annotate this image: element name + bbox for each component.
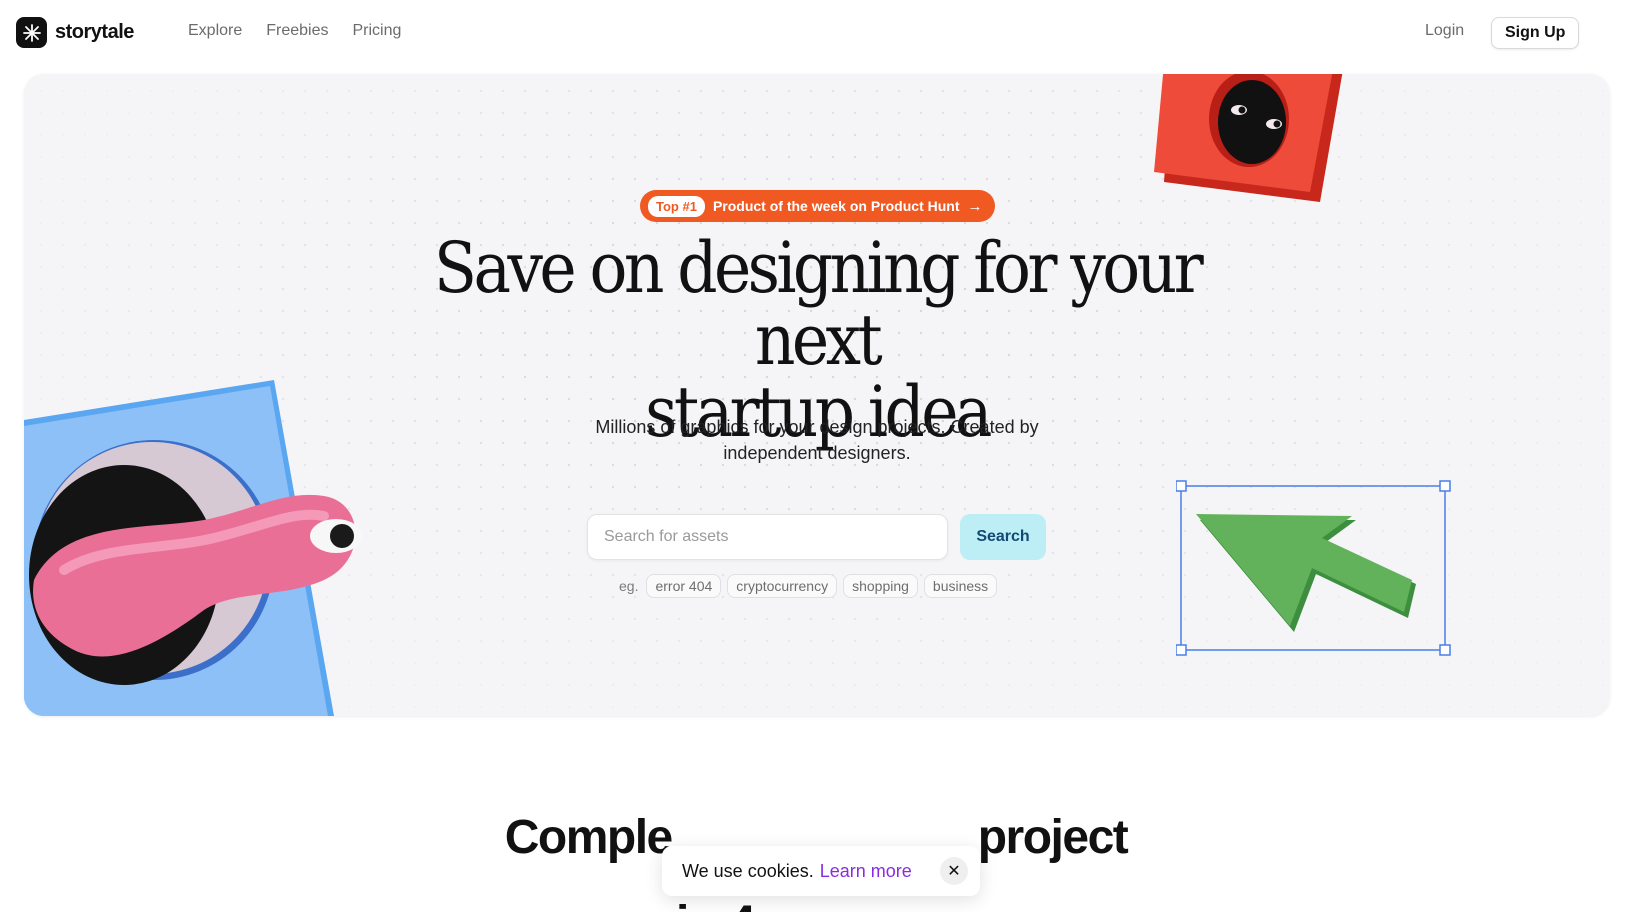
search-examples: eg. error 404 cryptocurrency shopping bu… xyxy=(619,574,998,598)
signup-button[interactable]: Sign Up xyxy=(1491,17,1580,49)
worm-illustration xyxy=(24,380,362,716)
search-input[interactable] xyxy=(587,514,948,560)
storytale-logo-icon xyxy=(16,17,47,48)
section-title-right: project xyxy=(977,811,1129,864)
cookie-banner: We use cookies. Learn more ✕ xyxy=(662,846,980,896)
hero-section: Top #1 Product of the week on Product Hu… xyxy=(24,74,1610,716)
badge-text: Product of the week on Product Hunt xyxy=(712,198,960,214)
search-button[interactable]: Search xyxy=(960,514,1046,560)
close-icon[interactable]: ✕ xyxy=(940,857,968,885)
nav-explore[interactable]: Explore xyxy=(188,22,242,40)
cookie-text: We use cookies. xyxy=(682,860,814,881)
example-chip-shopping[interactable]: shopping xyxy=(843,574,918,598)
section-title-left: Comple xyxy=(504,811,674,864)
headline-line-1: Save on designing for your next xyxy=(433,227,1204,381)
brand-name: storytale xyxy=(55,21,134,43)
example-chip-error-404[interactable]: error 404 xyxy=(646,574,722,598)
logo[interactable]: storytale xyxy=(16,17,134,48)
arrow-right-icon: → xyxy=(967,197,983,215)
example-chip-cryptocurrency[interactable]: cryptocurrency xyxy=(727,574,838,598)
top-nav: storytale Explore Freebies Pricing Login… xyxy=(0,0,1632,66)
cookie-learn-more-link[interactable]: Learn more xyxy=(820,861,912,882)
product-hunt-badge[interactable]: Top #1 Product of the week on Product Hu… xyxy=(640,190,995,222)
badge-tag: Top #1 xyxy=(648,195,705,217)
nav-links: Explore Freebies Pricing xyxy=(188,22,401,40)
section-title-next-line: in 4 s xyxy=(676,896,794,912)
login-link[interactable]: Login xyxy=(1425,22,1464,40)
examples-prefix: eg. xyxy=(619,578,639,594)
example-chip-business[interactable]: business xyxy=(923,574,998,598)
nav-freebies[interactable]: Freebies xyxy=(266,22,328,40)
nav-pricing[interactable]: Pricing xyxy=(353,22,402,40)
socket-illustration xyxy=(1154,74,1343,202)
cursor-illustration xyxy=(1176,480,1451,656)
hero-subtitle: Millions of graphics for your design pro… xyxy=(595,417,1039,463)
